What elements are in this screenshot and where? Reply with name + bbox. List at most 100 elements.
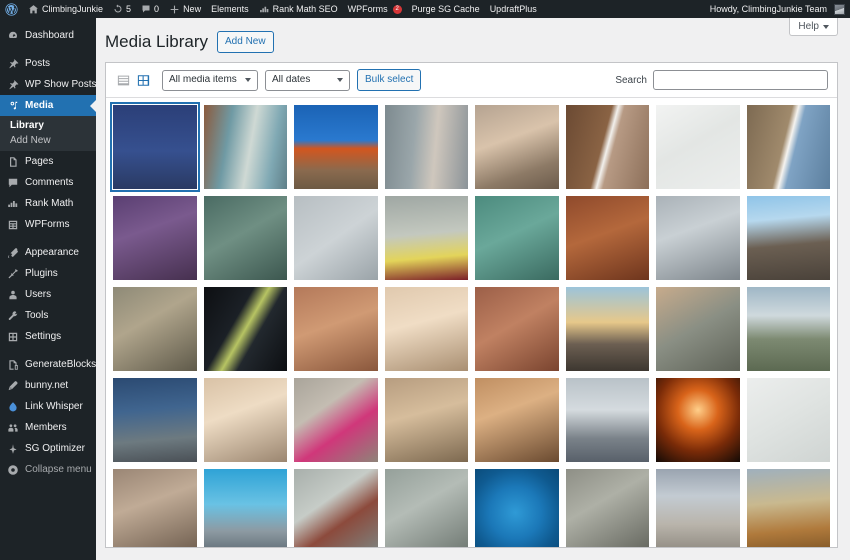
sidebar-item-members[interactable]: Members — [0, 417, 96, 438]
media-grid-item[interactable] — [204, 287, 295, 378]
sidebar-item-comments[interactable]: Comments — [0, 172, 96, 193]
media-grid-item[interactable] — [656, 469, 747, 548]
sidebar-item-appearance[interactable]: Appearance — [0, 242, 96, 263]
updraftplus-button[interactable]: UpdraftPlus — [485, 0, 542, 18]
sidebar-item-dashboard[interactable]: Dashboard — [0, 25, 96, 46]
media-grid-item[interactable] — [566, 378, 657, 469]
silhouette-climber-orange-sunset-image — [656, 378, 740, 462]
media-grid-item[interactable] — [385, 378, 476, 469]
grid-view-icon[interactable] — [135, 72, 152, 89]
sidebar-item-label: Plugins — [25, 268, 58, 279]
media-grid-item[interactable] — [385, 196, 476, 287]
climbers-red-rock-canyon-wall-image — [294, 287, 378, 371]
media-grid-item[interactable] — [294, 105, 385, 196]
sidebar-item-label: Rank Math — [25, 198, 73, 209]
sidebar-item-posts[interactable]: Posts — [0, 53, 96, 74]
comments-button[interactable]: 0 — [136, 0, 164, 18]
media-grid-item[interactable] — [747, 469, 838, 548]
media-grid-item[interactable] — [566, 287, 657, 378]
my-account-button[interactable]: Howdy, ClimbingJunkie Team — [705, 0, 850, 18]
media-grid-item[interactable] — [294, 287, 385, 378]
pink-holds-indoor-wall-image — [294, 378, 378, 462]
media-grid-item[interactable] — [475, 105, 566, 196]
media-grid-item[interactable] — [656, 378, 747, 469]
date-filter[interactable]: All dates — [265, 70, 350, 91]
media-grid-item[interactable] — [385, 287, 476, 378]
media-grid-item[interactable] — [475, 287, 566, 378]
search-input[interactable] — [653, 70, 828, 90]
sidebar-item-tools[interactable]: Tools — [0, 305, 96, 326]
media-grid-item[interactable] — [294, 378, 385, 469]
wordpress-logo-button[interactable] — [0, 0, 23, 18]
sidebar-item-rank-math[interactable]: Rank Math — [0, 193, 96, 214]
media-grid-item[interactable] — [113, 196, 204, 287]
media-type-filter-wrap: All media items — [162, 70, 258, 91]
collapse-icon — [7, 464, 19, 476]
media-type-filter[interactable]: All media items — [162, 70, 258, 91]
media-grid-item[interactable] — [566, 105, 657, 196]
chevron-down-icon — [823, 25, 829, 29]
media-library-frame: All media items All dates Bulk select Se… — [105, 62, 838, 548]
media-grid-item[interactable] — [747, 196, 838, 287]
media-grid-item[interactable] — [475, 469, 566, 548]
sidebar-item-link-whisper[interactable]: Link Whisper — [0, 396, 96, 417]
sidebar-item-bunny-net[interactable]: bunny.net — [0, 375, 96, 396]
media-toolbar: All media items All dates Bulk select Se… — [106, 63, 837, 98]
media-grid-item[interactable] — [204, 196, 295, 287]
media-grid-item[interactable] — [475, 196, 566, 287]
media-thumbnail — [385, 287, 469, 371]
elements-button[interactable]: Elements — [206, 0, 254, 18]
media-grid-item[interactable] — [747, 287, 838, 378]
media-grid-item[interactable] — [566, 196, 657, 287]
media-thumbnail — [475, 105, 559, 189]
media-grid-item[interactable] — [204, 469, 295, 548]
brush-icon — [7, 247, 19, 259]
menu-spacer — [0, 18, 96, 25]
bulk-select-button[interactable]: Bulk select — [357, 69, 421, 91]
site-name-button[interactable]: ClimbingJunkie — [23, 0, 108, 18]
media-search: Search — [615, 70, 828, 90]
media-grid-item[interactable] — [656, 196, 747, 287]
sidebar-item-users[interactable]: Users — [0, 284, 96, 305]
media-grid-item[interactable] — [475, 378, 566, 469]
plug-icon — [7, 268, 19, 280]
wpforms-button[interactable]: WPForms 2 — [343, 0, 407, 18]
collapse-menu-button[interactable]: Collapse menu — [0, 459, 96, 480]
sidebar-item-pages[interactable]: Pages — [0, 151, 96, 172]
media-grid-item[interactable] — [113, 105, 204, 196]
rank-math-seo-button[interactable]: Rank Math SEO — [254, 0, 343, 18]
media-thumbnail — [656, 469, 740, 548]
plus-icon — [169, 4, 180, 15]
media-grid-item[interactable] — [747, 105, 838, 196]
media-grid-item[interactable] — [566, 469, 657, 548]
purge-sg-cache-button[interactable]: Purge SG Cache — [407, 0, 485, 18]
purge-sg-cache-label: Purge SG Cache — [412, 4, 480, 14]
sidebar-item-sg-optimizer[interactable]: SG Optimizer — [0, 438, 96, 459]
sidebar-item-plugins[interactable]: Plugins — [0, 263, 96, 284]
sidebar-item-settings[interactable]: Settings — [0, 326, 96, 347]
media-grid-item[interactable] — [204, 378, 295, 469]
sidebar-item-wp-show-posts[interactable]: WP Show Posts — [0, 74, 96, 95]
add-new-media-button[interactable]: Add New — [217, 31, 274, 53]
media-grid-item[interactable] — [204, 105, 295, 196]
media-grid-item[interactable] — [294, 196, 385, 287]
sidebar-item-media[interactable]: Media — [0, 95, 96, 116]
media-grid-item[interactable] — [113, 378, 204, 469]
sidebar-subitem-add-new[interactable]: Add New — [0, 133, 96, 148]
media-grid-item[interactable] — [656, 105, 747, 196]
media-grid-item[interactable] — [113, 469, 204, 548]
new-content-button[interactable]: New — [164, 0, 206, 18]
sidebar-item-wpforms[interactable]: WPForms — [0, 214, 96, 235]
media-grid-item[interactable] — [656, 287, 747, 378]
updates-button[interactable]: 5 — [108, 0, 136, 18]
sidebar-subitem-library[interactable]: Library — [0, 118, 96, 133]
media-grid-item[interactable] — [747, 378, 838, 469]
submenu-label: Library — [10, 120, 44, 131]
media-grid-item[interactable] — [385, 469, 476, 548]
media-grid-item[interactable] — [113, 287, 204, 378]
sidebar-item-generateblocks[interactable]: GenerateBlocks — [0, 354, 96, 375]
media-grid-item[interactable] — [385, 105, 476, 196]
media-grid-item[interactable] — [294, 469, 385, 548]
help-toggle-button[interactable]: Help — [789, 18, 838, 36]
list-view-icon[interactable] — [115, 72, 132, 89]
